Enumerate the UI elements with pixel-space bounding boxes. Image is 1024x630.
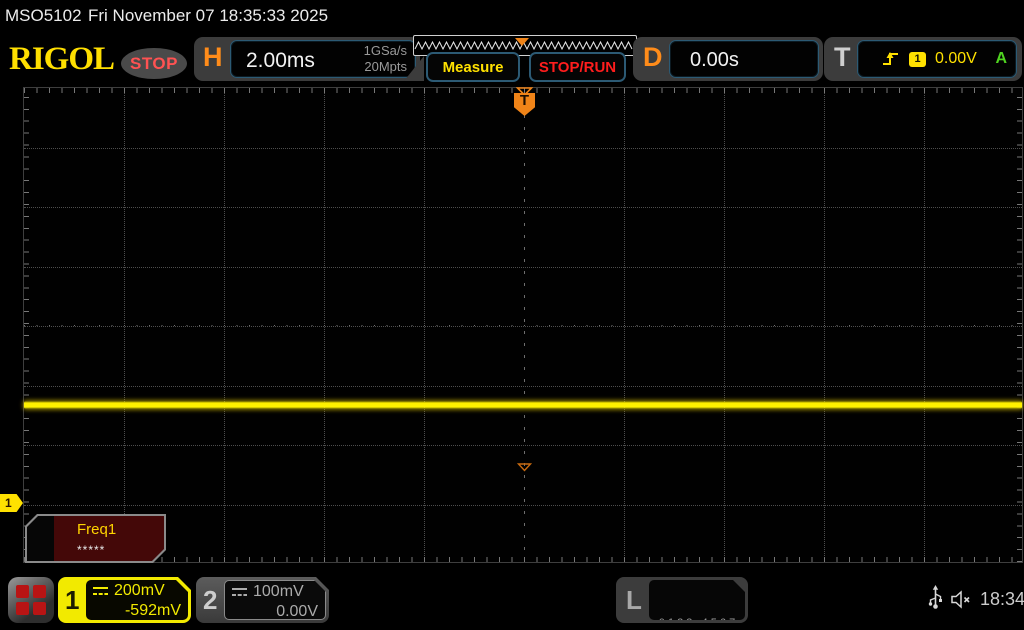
channel2-scale: 100mV <box>253 583 304 600</box>
grid-hline <box>24 266 1022 268</box>
preview-trigger-position-icon[interactable] <box>515 38 529 46</box>
delay-settings-block[interactable]: D 0.00s <box>633 37 823 81</box>
channel1-badge[interactable]: 1 200mV -592mV <box>58 577 191 623</box>
grid-hline <box>24 207 1022 208</box>
sound-muted-icon[interactable] <box>950 590 974 609</box>
channel1-scale: 200mV <box>114 582 165 599</box>
acquisition-info: 1GSa/s 20Mpts <box>364 43 407 75</box>
waveform-display-area: T <box>23 87 1023 563</box>
grid-ticks-bottom <box>24 557 1022 562</box>
trigger-level-value: 0.00V <box>935 50 977 67</box>
channel1-offset: -592mV <box>124 602 181 619</box>
digital-channels-panel: 0 1 2 3 4 5 6 7 8 9 10 11 12 13 14 15 <box>649 580 745 620</box>
usb-icon <box>928 585 942 609</box>
channel1-values: 200mV -592mV <box>86 580 188 620</box>
stop-run-button[interactable]: STOP/RUN <box>529 52 626 82</box>
oscilloscope-screen: MSO5102 Fri November 07 18:35:33 2025 RI… <box>0 0 1024 630</box>
dc-coupling-icon <box>231 587 248 598</box>
grid-center-vline <box>524 114 525 562</box>
horizontal-value-box: 2.00ms 1GSa/s 20Mpts <box>230 40 416 78</box>
channel2-badge[interactable]: 2 100mV 0.00V <box>196 577 329 623</box>
channel1-number: 1 <box>65 585 80 615</box>
grid-ticks-left <box>24 88 29 562</box>
grid-hline <box>24 504 1022 506</box>
menu-grid-icon <box>16 585 46 615</box>
horizontal-label: H <box>203 42 223 72</box>
grid-ticks-right <box>1017 88 1022 562</box>
rising-edge-icon <box>883 52 898 65</box>
grid-hline <box>24 147 1022 149</box>
logic-analyzer-badge[interactable]: L 0 1 2 3 4 5 6 7 8 9 10 11 12 13 14 15 <box>616 577 748 623</box>
measurement-result-inner: Freq1 ***** <box>27 516 164 561</box>
dc-coupling-icon <box>92 586 109 597</box>
delay-value-box: 0.00s <box>669 40 819 78</box>
ch1-ground-marker[interactable]: 1 <box>0 494 23 512</box>
grid-hline <box>24 385 1022 387</box>
run-state-badge: STOP <box>121 48 187 79</box>
ch1-waveform-trace[interactable] <box>24 401 1022 409</box>
delay-label: D <box>643 42 663 72</box>
logic-analyzer-label: L <box>626 585 642 615</box>
menu-button[interactable] <box>8 577 54 623</box>
measurement-result-box[interactable]: Freq1 ***** <box>25 514 166 563</box>
delay-value: 0.00s <box>690 49 739 71</box>
grid-hline <box>24 326 1022 327</box>
rigol-logo: RIGOL <box>9 41 115 77</box>
channel2-values: 100mV 0.00V <box>224 580 326 620</box>
timebase-value: 2.00ms <box>246 49 315 72</box>
trigger-sweep-mode: A <box>995 50 1007 67</box>
measure-button[interactable]: Measure <box>426 52 520 82</box>
trigger-source-badge: 1 <box>909 51 926 67</box>
sample-rate: 1GSa/s <box>363 43 407 58</box>
channel2-offset: 0.00V <box>276 603 318 620</box>
horizontal-settings-block[interactable]: H 2.00ms 1GSa/s 20Mpts <box>194 37 420 81</box>
grid-hline <box>24 445 1022 446</box>
title-bar: MSO5102 Fri November 07 18:35:33 2025 <box>0 0 1024 30</box>
trigger-settings-block[interactable]: T 1 0.00V A <box>824 37 1022 81</box>
trigger-value-box: 1 0.00V A <box>857 40 1017 78</box>
trigger-label: T <box>834 42 851 72</box>
model-name: MSO5102 <box>5 6 82 25</box>
digital-channels-row1: 0 1 2 3 4 5 6 7 <box>658 617 736 629</box>
memory-depth: 20Mpts <box>364 59 407 74</box>
channel2-number: 2 <box>203 585 218 615</box>
trigger-level-triangle-icon[interactable] <box>517 463 532 472</box>
measurement-name: Freq1 <box>77 521 117 538</box>
system-datetime: Fri November 07 18:35:33 2025 <box>88 6 329 25</box>
grid-center-hticks <box>24 325 1022 326</box>
clock: 18:34 <box>980 589 1024 609</box>
trigger-position-marker[interactable]: T <box>514 93 535 116</box>
measurement-value: ***** <box>77 543 106 557</box>
